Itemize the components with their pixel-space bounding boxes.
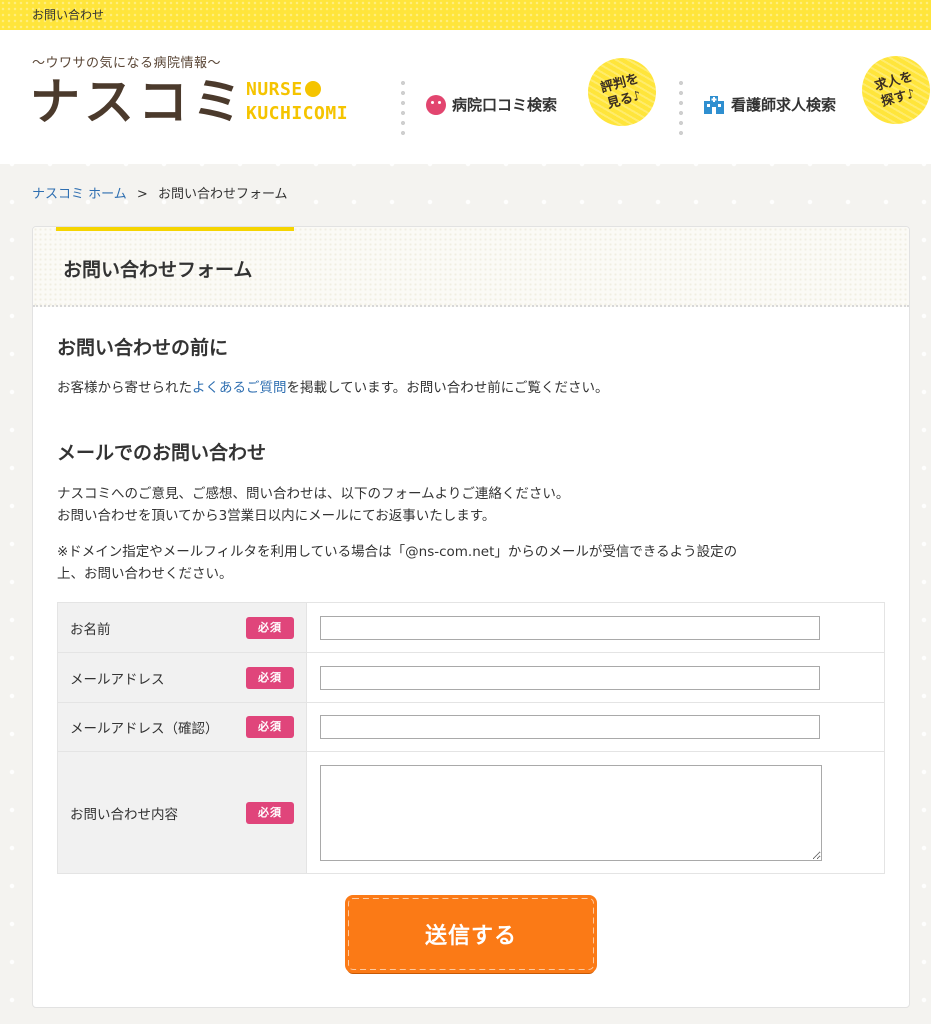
- field-label-name: お名前 必須: [57, 602, 307, 653]
- breadcrumb: ナスコミ ホーム > お問い合わせフォーム: [32, 183, 288, 202]
- page-title: お問い合わせフォーム: [63, 259, 253, 281]
- logo-en-line1: NURSE: [246, 79, 303, 100]
- form-row-name: お名前 必須: [57, 602, 885, 653]
- field-label-message-text: お問い合わせ内容: [70, 806, 178, 823]
- hospital-icon: [703, 95, 725, 115]
- before-text-post: を掲載しています。お問い合わせ前にご覧ください。: [286, 380, 609, 396]
- mail-intro-line2: お問い合わせを頂いてから3営業日以内にメールにてお返事いたします。: [57, 508, 496, 524]
- logo-smile-icon: [304, 81, 321, 97]
- site-header: 〜ウワサの気になる病院情報〜 ナスコミ NURSE KUCHICOMI 病院口コ…: [0, 30, 931, 164]
- nav-nurse-job-label: 看護師求人検索: [731, 96, 837, 114]
- required-badge: 必須: [246, 666, 294, 689]
- mail-intro: ナスコミへのご意見、ご感想、問い合わせは、以下のフォームよりご連絡ください。 お…: [57, 483, 569, 527]
- required-badge: 必須: [246, 716, 294, 738]
- faq-link[interactable]: よくあるご質問: [192, 380, 287, 396]
- breadcrumb-home-link[interactable]: ナスコミ ホーム: [32, 187, 127, 202]
- nav-divider: [401, 78, 405, 138]
- field-label-name-text: お名前: [70, 621, 111, 638]
- top-bar-label: お問い合わせ: [32, 8, 105, 22]
- site-tagline: 〜ウワサの気になる病院情報〜: [32, 56, 222, 71]
- nav-badge-review[interactable]: 評判を 見る♪: [580, 50, 664, 134]
- mail-note-line1: ※ドメイン指定やメールフィルタを利用している場合は「@ns-com.net」から…: [57, 544, 738, 560]
- top-bar: お問い合わせ: [0, 0, 931, 30]
- field-label-email-confirm-text: メールアドレス（確認）: [70, 721, 219, 737]
- nav-nurse-job-search[interactable]: 看護師求人検索: [703, 94, 836, 115]
- before-text-pre: お客様から寄せられた: [57, 380, 192, 396]
- form-row-message: お問い合わせ内容 必須: [57, 751, 885, 874]
- form-row-email: メールアドレス 必須: [57, 652, 885, 703]
- smile-face-icon: [426, 94, 446, 115]
- nav-hospital-review-search[interactable]: 病院口コミ検索: [426, 94, 557, 115]
- nav-hospital-review-label: 病院口コミ検索: [452, 96, 558, 114]
- contact-form-card: お問い合わせフォーム お問い合わせの前に お客様から寄せられたよくあるご質問を掲…: [32, 226, 910, 1008]
- mail-intro-line1: ナスコミへのご意見、ご感想、問い合わせは、以下のフォームよりご連絡ください。: [57, 486, 570, 502]
- card-header-accent: [56, 227, 294, 231]
- form-row-email-confirm: メールアドレス（確認） 必須: [57, 702, 885, 752]
- site-logo[interactable]: ナスコミ: [30, 70, 246, 134]
- mail-note: ※ドメイン指定やメールフィルタを利用している場合は「@ns-com.net」から…: [57, 541, 737, 585]
- message-textarea[interactable]: [320, 764, 822, 861]
- name-input[interactable]: [320, 615, 820, 640]
- required-badge: 必須: [246, 616, 294, 639]
- contact-form-table: お名前 必須 メールアドレス 必須 メールアドレス（確認） 必須 お問い合わせ内…: [57, 602, 885, 874]
- logo-en-line2: KUCHICOMI: [246, 103, 349, 124]
- card-header: お問い合わせフォーム: [33, 227, 909, 307]
- field-label-email-confirm: メールアドレス（確認） 必須: [57, 702, 307, 752]
- mail-note-line2: 上、お問い合わせください。: [57, 566, 233, 582]
- breadcrumb-current: お問い合わせフォーム: [157, 187, 288, 202]
- site-logo-en: NURSE KUCHICOMI: [246, 78, 348, 126]
- email-input[interactable]: [320, 665, 820, 690]
- submit-button[interactable]: 送信する: [345, 895, 597, 973]
- field-label-message: お問い合わせ内容 必須: [57, 751, 307, 874]
- section-heading-before: お問い合わせの前に: [57, 337, 229, 359]
- nav-badge-jobs[interactable]: 求人を 探す♪: [854, 48, 931, 132]
- field-label-email-text: メールアドレス: [70, 671, 165, 688]
- section-heading-mail: メールでのお問い合わせ: [57, 442, 267, 464]
- breadcrumb-separator: >: [136, 187, 148, 202]
- field-label-email: メールアドレス 必須: [57, 652, 307, 703]
- nav-divider: [679, 78, 683, 138]
- before-text: お客様から寄せられたよくあるご質問を掲載しています。お問い合わせ前にご覧ください…: [57, 377, 608, 399]
- required-badge: 必須: [246, 801, 294, 824]
- email-confirm-input[interactable]: [320, 715, 820, 739]
